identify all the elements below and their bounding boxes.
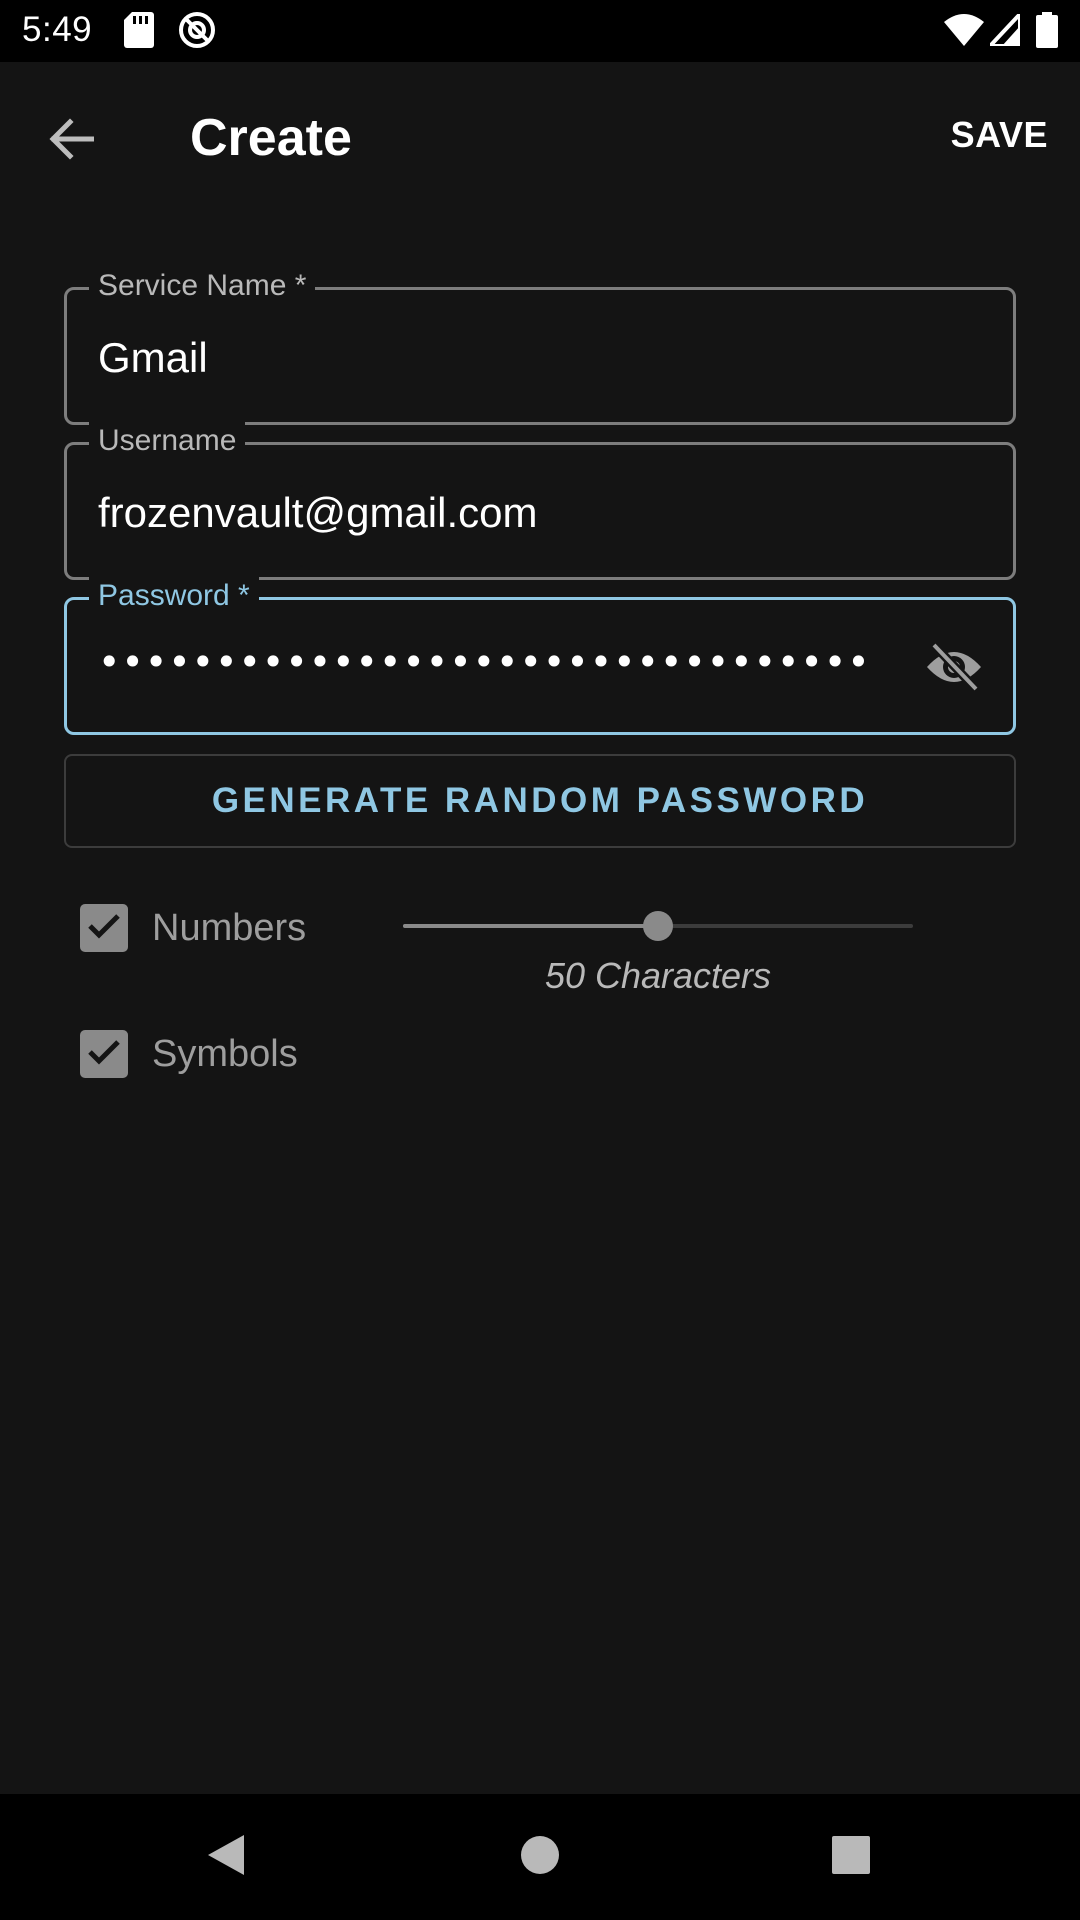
generate-password-button[interactable]: GENERATE RANDOM PASSWORD	[64, 754, 1016, 848]
back-button[interactable]	[36, 106, 106, 176]
arrow-back-icon	[48, 117, 95, 165]
nav-recents-button[interactable]	[788, 1794, 914, 1920]
battery-icon	[1036, 12, 1058, 53]
nav-home-icon	[520, 1835, 560, 1880]
nav-home-button[interactable]	[477, 1794, 603, 1920]
service-name-field[interactable]: Service Name * Gmail	[64, 265, 1016, 425]
service-name-input[interactable]: Gmail	[98, 334, 208, 382]
password-input[interactable]: ••••••••••••••••••••••••••••••••••••••••…	[98, 640, 868, 684]
check-icon	[87, 1038, 121, 1071]
service-name-label: Service Name *	[89, 265, 316, 307]
nav-back-icon	[206, 1833, 246, 1882]
numbers-option[interactable]: Numbers	[80, 904, 306, 952]
symbols-label: Symbols	[152, 1032, 298, 1075]
numbers-label: Numbers	[152, 906, 307, 949]
page-title: Create	[190, 109, 352, 167]
length-caption: 50 Characters	[544, 955, 772, 996]
system-nav-bar	[0, 1794, 1080, 1920]
password-field[interactable]: Password * •••••••••••••••••••••••••••••…	[64, 575, 1016, 735]
password-label: Password *	[89, 575, 259, 617]
app-bar: Create SAVE	[0, 62, 1080, 212]
nav-recents-icon	[831, 1835, 871, 1880]
check-icon	[87, 912, 121, 945]
nav-back-button[interactable]	[163, 1794, 289, 1920]
symbols-option[interactable]: Symbols	[80, 1030, 298, 1078]
username-label: Username	[89, 420, 246, 462]
symbols-checkbox[interactable]	[80, 1030, 128, 1078]
slider-fill	[403, 924, 658, 928]
visibility-off-icon	[924, 641, 984, 698]
wifi-icon	[944, 14, 984, 51]
numbers-checkbox[interactable]	[80, 904, 128, 952]
length-slider[interactable]	[403, 906, 913, 946]
status-time: 5:49	[22, 10, 93, 49]
cell-signal-icon	[985, 8, 1022, 51]
username-field[interactable]: Username frozenvault@gmail.com	[64, 420, 1016, 580]
password-visibility-toggle[interactable]	[923, 638, 985, 700]
status-bar: 5:49	[0, 0, 1080, 62]
sd-card-icon	[124, 12, 154, 53]
slider-thumb[interactable]	[643, 911, 673, 941]
do-not-disturb-icon	[178, 11, 216, 54]
username-input[interactable]: frozenvault@gmail.com	[98, 489, 537, 537]
save-button[interactable]: SAVE	[951, 114, 1048, 156]
